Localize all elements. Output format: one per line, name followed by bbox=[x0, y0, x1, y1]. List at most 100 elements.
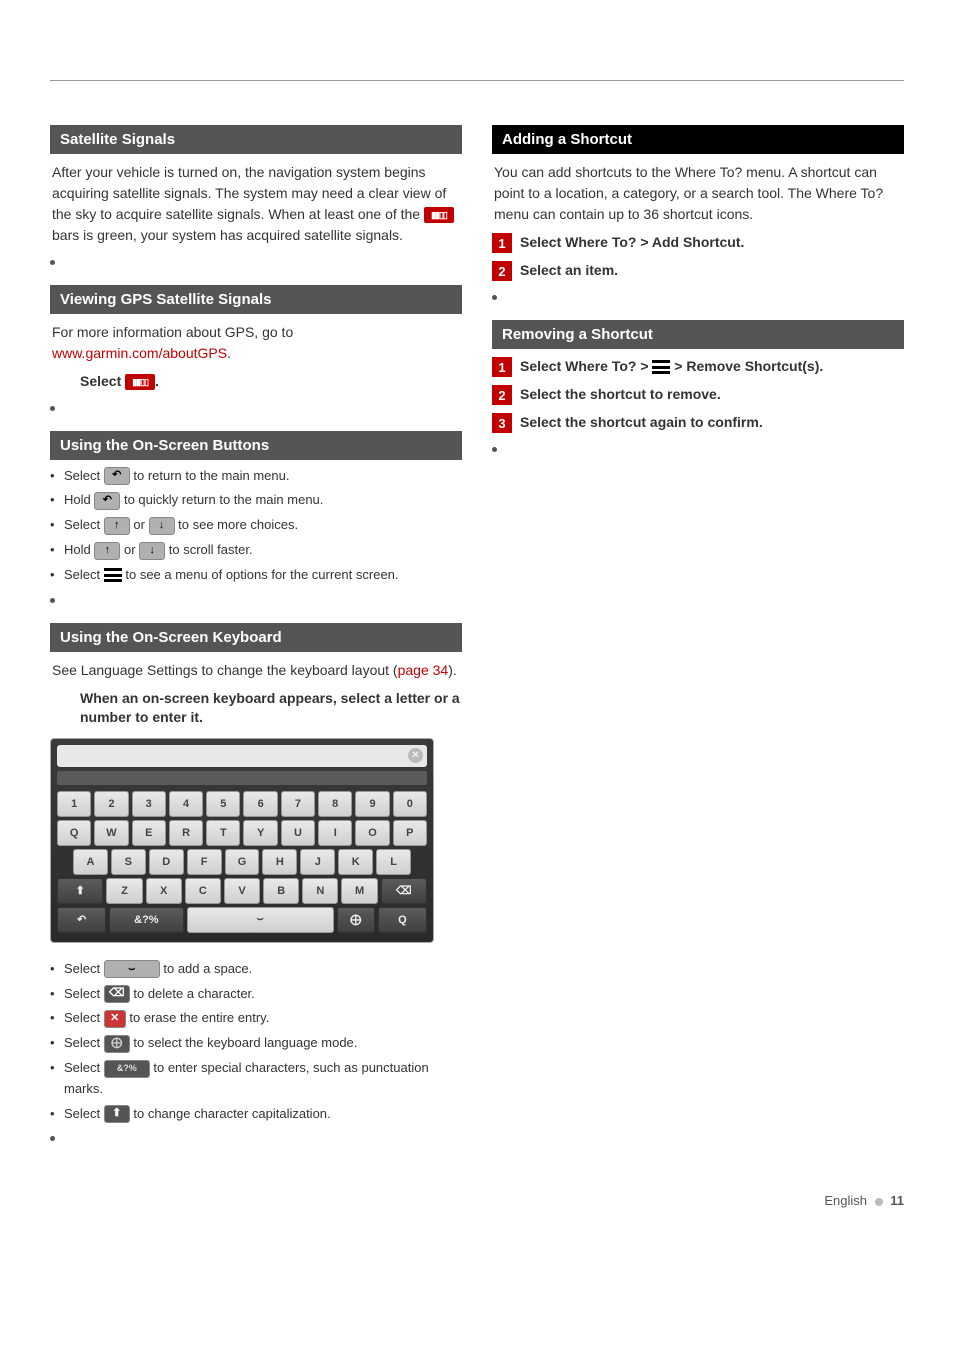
step-number-1: 1 bbox=[492, 357, 512, 377]
step-number-2: 2 bbox=[492, 261, 512, 281]
page-footer: English 11 bbox=[0, 1193, 954, 1238]
symbols-icon: &?% bbox=[104, 1060, 150, 1078]
keyboard-input-field: ✕ bbox=[57, 745, 427, 767]
text: to delete a character. bbox=[130, 986, 255, 1001]
list-item: Select ⌣ to add a space. bbox=[50, 959, 462, 980]
back-key: ↶ bbox=[57, 907, 106, 933]
key: 7 bbox=[281, 791, 315, 817]
space-key: ⌣ bbox=[187, 907, 334, 933]
key: Y bbox=[243, 820, 277, 846]
key: 1 bbox=[57, 791, 91, 817]
text: Select bbox=[80, 373, 125, 389]
back-icon: ↶ bbox=[104, 467, 130, 485]
key: K bbox=[338, 849, 373, 875]
text: Select bbox=[64, 1010, 104, 1025]
footer-dot bbox=[875, 1198, 883, 1206]
text: Select bbox=[64, 517, 104, 532]
text: or bbox=[130, 517, 149, 532]
key: O bbox=[355, 820, 389, 846]
text: to erase the entire entry. bbox=[126, 1010, 270, 1025]
key: U bbox=[281, 820, 315, 846]
menu-icon bbox=[104, 568, 122, 582]
text: or bbox=[120, 542, 139, 557]
back-icon: ↶ bbox=[94, 492, 120, 510]
section-viewing-gps: Viewing GPS Satellite Signals bbox=[50, 285, 462, 314]
list-item: Select ↶ to return to the main menu. bbox=[50, 466, 462, 487]
satellite-signals-body: After your vehicle is turned on, the nav… bbox=[52, 162, 460, 246]
signal-bars-icon: ▮▮▯▯ bbox=[125, 374, 155, 390]
text: bars is green, your system has acquired … bbox=[52, 227, 403, 243]
step-number-3: 3 bbox=[492, 413, 512, 433]
list-item: Select ⌫ to delete a character. bbox=[50, 984, 462, 1005]
step-number-2: 2 bbox=[492, 385, 512, 405]
text: to add a space. bbox=[160, 961, 253, 976]
key: Q bbox=[57, 820, 91, 846]
symbols-key: &?% bbox=[109, 907, 184, 933]
footer-language: English bbox=[824, 1193, 867, 1208]
list-item: Select ⨁ to select the keyboard language… bbox=[50, 1033, 462, 1054]
key: L bbox=[376, 849, 411, 875]
list-item: Select ↑ or ↓ to see more choices. bbox=[50, 515, 462, 536]
step-text: Select the shortcut to remove. bbox=[520, 385, 721, 405]
text: to select the keyboard language mode. bbox=[130, 1035, 358, 1050]
text: to change character capitalization. bbox=[130, 1106, 331, 1121]
keyboard-graphic: ✕ 1 2 3 4 5 6 7 8 9 0 Q W E R T Y U bbox=[50, 738, 434, 943]
globe-key: ⨁ bbox=[337, 907, 375, 933]
key: R bbox=[169, 820, 203, 846]
list-item: Hold ↑ or ↓ to scroll faster. bbox=[50, 540, 462, 561]
key: 2 bbox=[94, 791, 128, 817]
arrow-down-icon: ↓ bbox=[149, 517, 175, 535]
key: A bbox=[73, 849, 108, 875]
section-onscreen-keyboard: Using the On-Screen Keyboard bbox=[50, 623, 462, 652]
text: > Remove Shortcut(s). bbox=[670, 358, 823, 374]
key: N bbox=[302, 878, 338, 904]
step-text: Select Where To? > > Remove Shortcut(s). bbox=[520, 357, 823, 377]
text: to see more choices. bbox=[175, 517, 299, 532]
text: For more information about GPS, go to bbox=[52, 324, 293, 340]
list-item: Select &?% to enter special characters, … bbox=[50, 1058, 462, 1100]
key: J bbox=[300, 849, 335, 875]
step-text: Select Where To? > Add Shortcut. bbox=[520, 233, 744, 253]
step-text: Select an item. bbox=[520, 261, 618, 281]
text: . bbox=[227, 345, 231, 361]
keyboard-row-3: A S D F G H J K L bbox=[57, 849, 427, 875]
list-item: Hold ↶ to quickly return to the main men… bbox=[50, 490, 462, 511]
keyboard-actions-list: Select ⌣ to add a space. Select ⌫ to del… bbox=[50, 959, 462, 1125]
key: S bbox=[111, 849, 146, 875]
keyboard-row-5: ↶ &?% ⌣ ⨁ Q bbox=[57, 907, 427, 933]
key: G bbox=[225, 849, 260, 875]
key: T bbox=[206, 820, 240, 846]
key: F bbox=[187, 849, 222, 875]
key: H bbox=[262, 849, 297, 875]
text: Select bbox=[64, 1035, 104, 1050]
onscreen-buttons-list: Select ↶ to return to the main menu. Hol… bbox=[50, 466, 462, 586]
menu-icon bbox=[652, 360, 670, 374]
key: 5 bbox=[206, 791, 240, 817]
section-adding-shortcut: Adding a Shortcut bbox=[492, 125, 904, 154]
text: After your vehicle is turned on, the nav… bbox=[52, 164, 446, 222]
text: to scroll faster. bbox=[165, 542, 252, 557]
key: B bbox=[263, 878, 299, 904]
about-gps-link[interactable]: www.garmin.com/aboutGPS bbox=[52, 345, 227, 361]
section-removing-shortcut: Removing a Shortcut bbox=[492, 320, 904, 349]
key: 6 bbox=[243, 791, 277, 817]
shift-icon: ⬆ bbox=[104, 1105, 130, 1123]
list-item: Select to see a menu of options for the … bbox=[50, 565, 462, 586]
space-icon: ⌣ bbox=[104, 960, 160, 978]
keyboard-body: See Language Settings to change the keyb… bbox=[52, 660, 460, 681]
keyboard-row-2: Q W E R T Y U I O P bbox=[57, 820, 427, 846]
key: M bbox=[341, 878, 377, 904]
search-key: Q bbox=[378, 907, 427, 933]
key: C bbox=[185, 878, 221, 904]
clear-x-icon: ✕ bbox=[408, 748, 423, 763]
clear-icon: ✕ bbox=[104, 1010, 126, 1028]
key: 4 bbox=[169, 791, 203, 817]
section-satellite-signals: Satellite Signals bbox=[50, 125, 462, 154]
page-ref-link[interactable]: page 34 bbox=[398, 662, 449, 678]
key: E bbox=[132, 820, 166, 846]
signal-bars-icon: ▮▮▯▯ bbox=[424, 207, 454, 223]
text: to quickly return to the main menu. bbox=[120, 492, 323, 507]
arrow-up-icon: ↑ bbox=[94, 542, 120, 560]
text: Select bbox=[64, 986, 104, 1001]
text: Select bbox=[64, 1106, 104, 1121]
